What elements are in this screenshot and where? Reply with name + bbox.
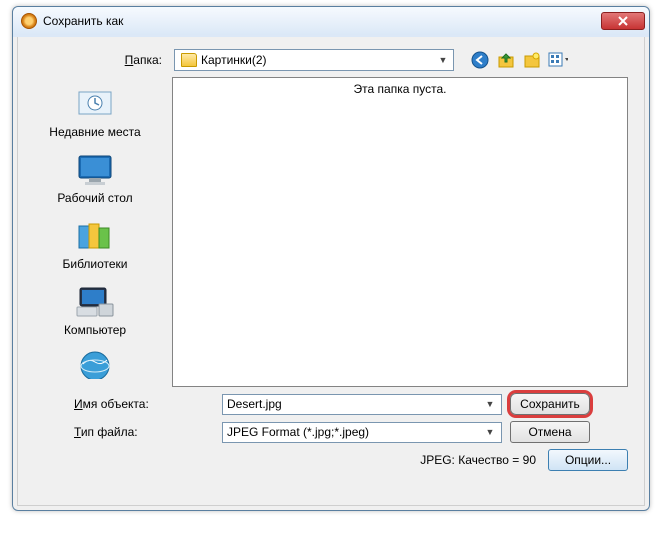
back-icon [471, 51, 489, 69]
folder-label: Папка: [34, 53, 166, 67]
window-title: Сохранить как [43, 14, 123, 28]
folder-icon [181, 53, 197, 67]
file-list-area[interactable]: Эта папка пуста. [172, 77, 628, 387]
chevron-down-icon: ▼ [483, 399, 497, 409]
libraries-icon [74, 217, 116, 255]
place-computer[interactable]: Компьютер [18, 279, 172, 343]
save-as-dialog: Сохранить как Папка: Картинки(2) ▼ [12, 6, 650, 511]
place-desktop[interactable]: Рабочий стол [18, 147, 172, 211]
filename-label: Имя объекта: [34, 397, 214, 411]
options-button[interactable]: Опции... [548, 449, 628, 471]
folder-name: Картинки(2) [201, 53, 267, 67]
save-button[interactable]: Сохранить [510, 393, 590, 415]
filename-value: Desert.jpg [227, 397, 282, 411]
folder-combo[interactable]: Картинки(2) ▼ [174, 49, 454, 71]
place-label: Библиотеки [62, 257, 127, 271]
nav-views-button[interactable] [548, 50, 568, 70]
nav-newfolder-button[interactable] [522, 50, 542, 70]
cancel-button[interactable]: Отмена [510, 421, 590, 443]
places-bar: Недавние места Рабочий стол Библиотеки [18, 77, 172, 387]
filetype-label: Тип файла: [34, 425, 214, 439]
new-folder-icon [523, 51, 541, 69]
computer-icon [74, 283, 116, 321]
filename-input[interactable]: Desert.jpg ▼ [222, 394, 502, 415]
views-icon [548, 51, 568, 69]
place-network[interactable] [18, 345, 172, 381]
nav-back-button[interactable] [470, 50, 490, 70]
up-one-level-icon [497, 51, 515, 69]
titlebar: Сохранить как [13, 7, 649, 35]
close-button[interactable] [601, 12, 645, 30]
filetype-combo[interactable]: JPEG Format (*.jpg;*.jpeg) ▼ [222, 422, 502, 443]
place-recent[interactable]: Недавние места [18, 81, 172, 145]
empty-folder-text: Эта папка пуста. [354, 82, 447, 386]
chevron-down-icon: ▼ [483, 427, 497, 437]
app-icon [21, 13, 37, 29]
place-libraries[interactable]: Библиотеки [18, 213, 172, 277]
network-icon [74, 349, 116, 379]
chevron-down-icon: ▼ [435, 55, 451, 65]
place-label: Недавние места [49, 125, 140, 139]
place-label: Компьютер [64, 323, 126, 337]
nav-up-button[interactable] [496, 50, 516, 70]
desktop-icon [74, 151, 116, 189]
filetype-value: JPEG Format (*.jpg;*.jpeg) [227, 425, 369, 439]
recent-places-icon [74, 85, 116, 123]
close-icon [618, 16, 628, 26]
place-label: Рабочий стол [57, 191, 132, 205]
quality-status-text: JPEG: Качество = 90 [420, 453, 536, 467]
